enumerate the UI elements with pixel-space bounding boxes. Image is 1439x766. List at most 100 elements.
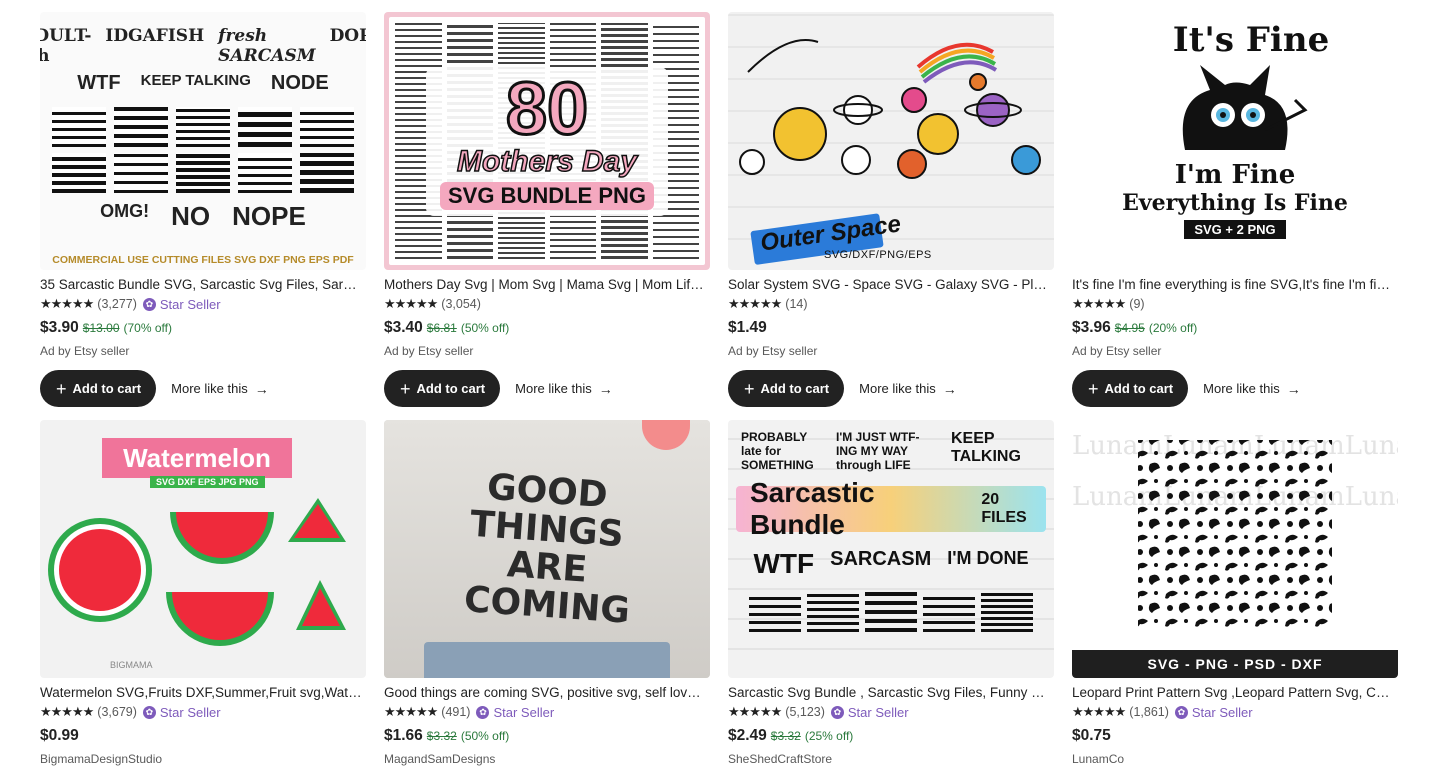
listing-card[interactable]: 80 Mothers Day SVG BUNDLE PNG Mothers Da…: [384, 12, 710, 407]
listing-card[interactable]: PROBABLY late for SOMETHING I'M JUST WTF…: [728, 420, 1054, 766]
review-count: (3,054): [441, 297, 481, 311]
sale-price: $0.99: [40, 727, 79, 744]
listing-card[interactable]: It's Fine I'm Fine Everything Is Fine SV…: [1072, 12, 1398, 407]
sale-price: $0.75: [1072, 727, 1111, 744]
listing-title[interactable]: It's fine I'm fine everything is fine SV…: [1072, 276, 1394, 293]
art-word: PROBABLY late for SOMETHING: [741, 430, 814, 472]
star-seller-icon: ✿: [1174, 705, 1188, 719]
listing-image[interactable]: It's Fine I'm Fine Everything Is Fine SV…: [1072, 12, 1398, 270]
price-row: $1.49: [728, 319, 1054, 341]
listing-card[interactable]: Watermelon SVG DXF EPS JPG PNG BIGMAMA W…: [40, 420, 366, 766]
original-price: $13.00: [82, 321, 120, 335]
listing-card[interactable]: ADULT-ish IDGAFISH fresh SARCASM DOPE WT…: [40, 12, 366, 407]
review-count: (9): [1129, 297, 1145, 311]
rating-row: ★★★★★ (5,123) ✿ Star Seller: [728, 703, 1054, 721]
art-banner: Sarcastic Bundle: [750, 477, 875, 540]
arrow-right-icon: →: [598, 380, 613, 397]
art-top-text: It's Fine: [1172, 20, 1330, 60]
ad-label: Ad by Etsy seller: [728, 344, 818, 358]
listing-image[interactable]: Watermelon SVG DXF EPS JPG PNG BIGMAMA: [40, 420, 366, 678]
listing-image[interactable]: Outer Space SVG/DXF/PNG/EPS: [728, 12, 1054, 270]
star-seller-icon: ✿: [476, 705, 490, 719]
listing-title[interactable]: Leopard Print Pattern Svg ,Leopard Patte…: [1072, 684, 1394, 701]
star-seller-icon: ✿: [142, 705, 156, 719]
rating-row: ★★★★★ (14): [728, 295, 1054, 313]
review-count: (14): [785, 297, 808, 311]
arrow-right-icon: →: [1286, 380, 1301, 397]
discount: (20% off): [1148, 321, 1198, 335]
art-badge: SVG + 2 PNG: [1184, 220, 1286, 239]
art-word: IDGAFISH: [105, 26, 205, 46]
art-word: I'M DONE: [947, 548, 1029, 568]
art-mid-text: I'm Fine: [1174, 160, 1296, 190]
shop-name[interactable]: LunamCo: [1072, 752, 1398, 766]
listing-title[interactable]: Solar System SVG - Space SVG - Galaxy SV…: [728, 276, 1050, 293]
add-to-cart-button[interactable]: + Add to cart: [728, 370, 845, 407]
art-word: DOPE: [329, 26, 366, 46]
art-word: KEEP TALKING: [140, 72, 251, 89]
star-rating: ★★★★★: [728, 296, 782, 311]
review-count: (491): [441, 705, 471, 719]
star-rating: ★★★★★: [728, 704, 782, 719]
art-word: SARCASM: [830, 548, 932, 570]
rating-row: ★★★★★ (491) ✿ Star Seller: [384, 703, 710, 721]
listing-title[interactable]: Mothers Day Svg | Mom Svg | Mama Svg | M…: [384, 276, 706, 293]
listing-card[interactable]: Lunam Lunam Lunam Lunam Lunam Lunam Luna…: [1072, 420, 1398, 766]
more-like-this-link[interactable]: More like this →: [515, 381, 613, 397]
arrow-right-icon: →: [942, 380, 957, 397]
art-word: I'M JUST WTF-ING MY WAY through LIFE: [836, 430, 920, 472]
art-maker: BIGMAMA: [110, 660, 153, 670]
art-word: OMG!: [100, 201, 150, 221]
listing-image[interactable]: Lunam Lunam Lunam Lunam Lunam Lunam Luna…: [1072, 420, 1398, 678]
listing-title[interactable]: 35 Sarcastic Bundle SVG, Sarcastic Svg F…: [40, 276, 362, 293]
discount: (25% off): [804, 729, 854, 743]
add-to-cart-button[interactable]: + Add to cart: [40, 370, 157, 407]
listing-title[interactable]: Sarcastic Svg Bundle , Sarcastic Svg Fil…: [728, 684, 1050, 701]
plus-icon: +: [744, 378, 755, 399]
jeans-shape: [424, 642, 670, 678]
price-row: $3.96 $4.95 (20% off): [1072, 319, 1398, 341]
listing-card[interactable]: GOOD THINGS ARE COMING Good things are c…: [384, 420, 710, 766]
cat-illustration: [1182, 65, 1308, 150]
plus-icon: +: [1088, 378, 1099, 399]
listing-image[interactable]: ADULT-ish IDGAFISH fresh SARCASM DOPE WT…: [40, 12, 366, 270]
art-word: WTF: [77, 72, 121, 94]
add-to-cart-button[interactable]: + Add to cart: [384, 370, 501, 407]
sale-price: $1.49: [728, 319, 767, 336]
art-bottom-text: Everything Is Fine: [1122, 190, 1348, 216]
shop-name[interactable]: MagandSamDesigns: [384, 752, 710, 766]
price-row: $0.75: [1072, 727, 1398, 749]
listing-card[interactable]: Outer Space SVG/DXF/PNG/EPS Solar System…: [728, 12, 1054, 407]
more-like-this-link[interactable]: More like this →: [1203, 381, 1301, 397]
more-like-this-link[interactable]: More like this →: [171, 381, 269, 397]
star-seller-icon: ✿: [830, 705, 844, 719]
shop-name[interactable]: BigmamaDesignStudio: [40, 752, 366, 766]
listing-image[interactable]: GOOD THINGS ARE COMING: [384, 420, 710, 678]
rating-row: ★★★★★ (3,277) ✿ Star Seller: [40, 295, 366, 313]
review-count: (3,277): [97, 297, 137, 311]
art-banner: Watermelon: [102, 438, 292, 478]
listing-title[interactable]: Good things are coming SVG, positive svg…: [384, 684, 706, 701]
listing-image[interactable]: PROBABLY late for SOMETHING I'M JUST WTF…: [728, 420, 1054, 678]
original-price: $3.32: [770, 729, 801, 743]
more-like-this-link[interactable]: More like this →: [859, 381, 957, 397]
add-to-cart-button[interactable]: + Add to cart: [1072, 370, 1189, 407]
art-files: 20 FILES: [981, 491, 1027, 526]
star-rating: ★★★★★: [1072, 704, 1126, 719]
shop-name[interactable]: SheShedCraftStore: [728, 752, 1054, 766]
art-formats: SVG DXF EPS JPG PNG: [150, 476, 265, 488]
rating-row: ★★★★★ (1,861) ✿ Star Seller: [1072, 703, 1398, 721]
star-seller-badge: ✿ Star Seller: [476, 705, 554, 720]
plus-icon: +: [56, 378, 67, 399]
listing-image[interactable]: 80 Mothers Day SVG BUNDLE PNG: [384, 12, 710, 270]
sale-price: $2.49: [728, 727, 767, 744]
star-seller-badge: ✿ Star Seller: [1174, 705, 1253, 720]
price-row: $3.90 $13.00 (70% off): [40, 319, 366, 341]
star-rating: ★★★★★: [384, 704, 438, 719]
star-rating: ★★★★★: [40, 296, 94, 311]
star-rating: ★★★★★: [384, 296, 438, 311]
review-count: (5,123): [785, 705, 825, 719]
rating-row: ★★★★★ (3,054): [384, 295, 710, 313]
listing-title[interactable]: Watermelon SVG,Fruits DXF,Summer,Fruit s…: [40, 684, 362, 701]
price-row: $2.49 $3.32 (25% off): [728, 727, 1054, 749]
